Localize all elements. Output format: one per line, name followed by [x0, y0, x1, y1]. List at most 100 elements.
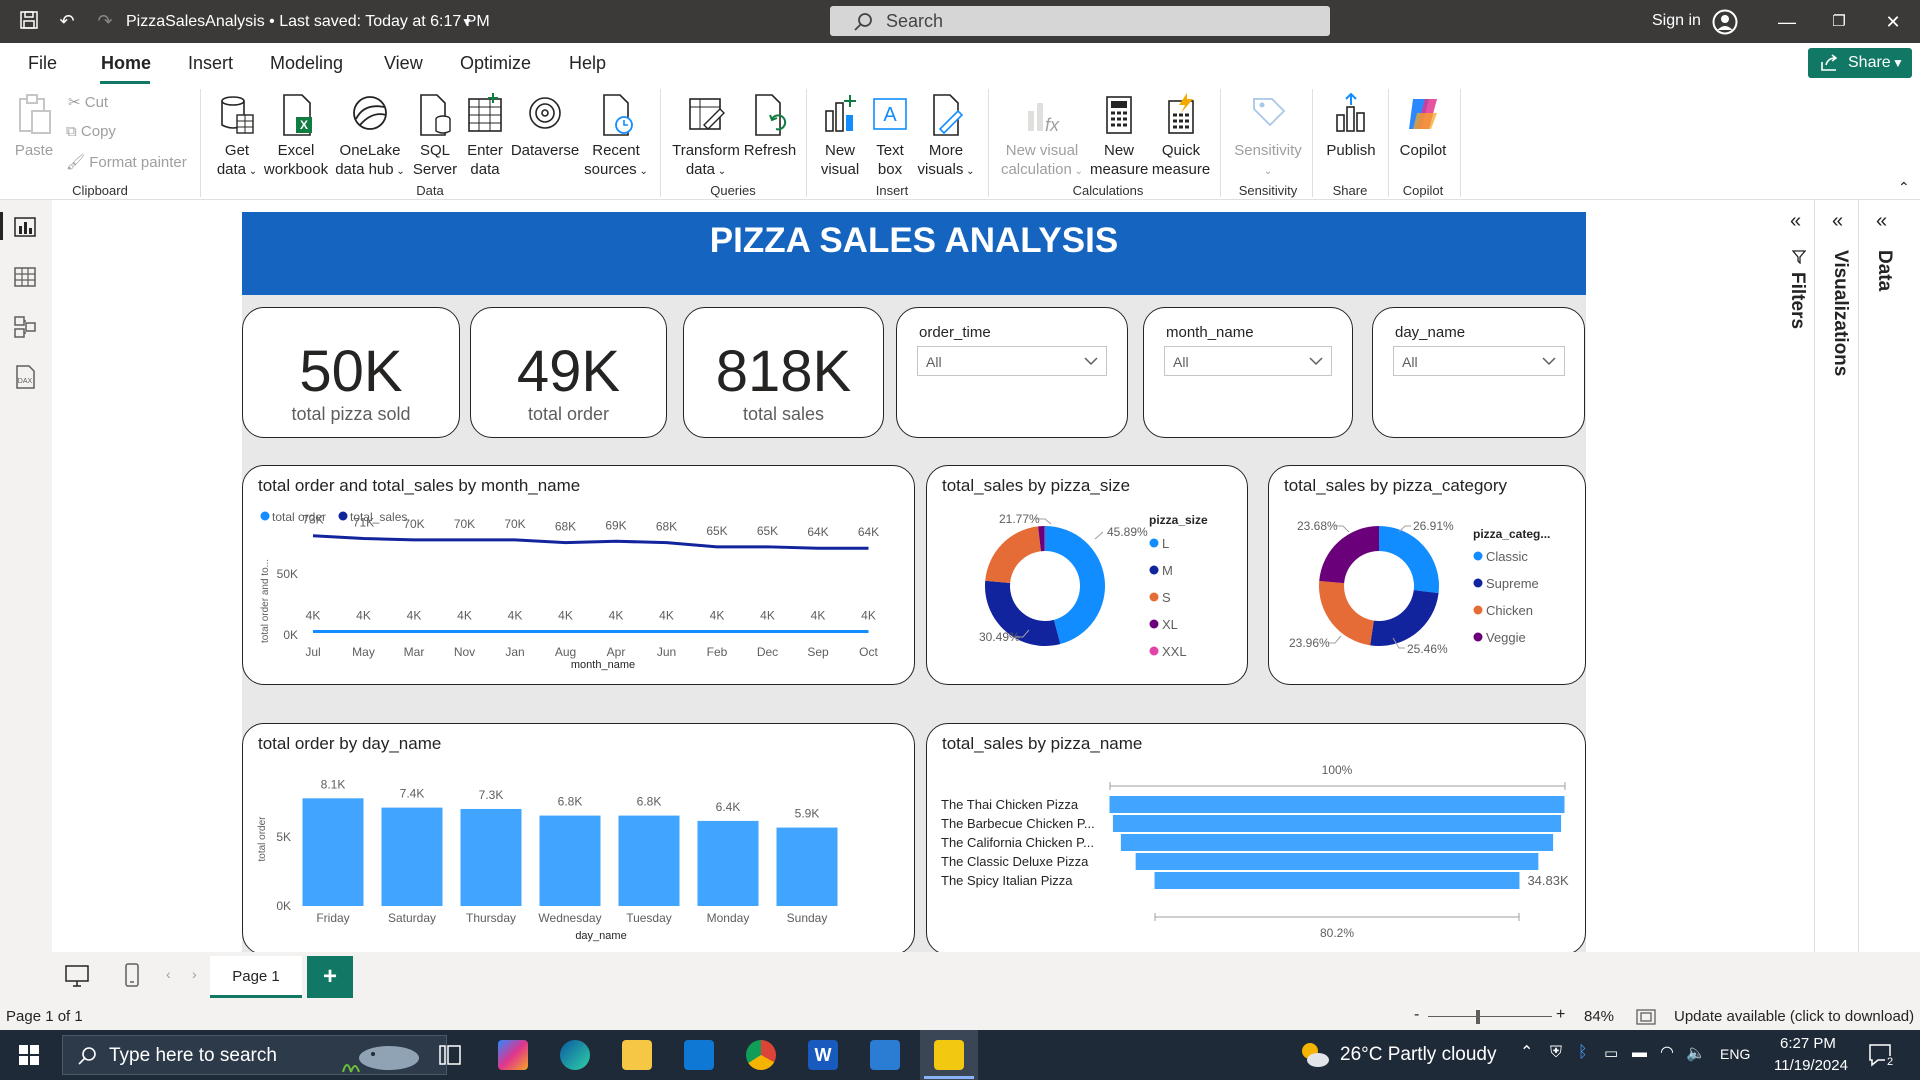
bar-chart-day-card[interactable]: total order by day_name total order 5K 0… [242, 723, 915, 955]
slicer-month-name[interactable]: month_name All [1143, 307, 1353, 438]
bar-monday[interactable] [697, 820, 759, 906]
new-visual-calculation-button[interactable]: fx New visual calculation ⌄ [996, 93, 1088, 181]
dax-query-view-icon[interactable]: DAX [12, 364, 38, 390]
zoom-in-button[interactable]: + [1556, 1006, 1565, 1024]
next-page-icon[interactable]: › [192, 966, 197, 982]
sign-in-link[interactable]: Sign in [1652, 12, 1701, 30]
report-view-icon[interactable] [12, 214, 38, 240]
previous-page-icon[interactable]: ‹ [166, 966, 171, 982]
donut-chart-pizza-size-card[interactable]: total_sales by pizza_size pizza_size LMS… [926, 465, 1248, 685]
taskbar-search-input[interactable]: Type here to search [62, 1035, 447, 1075]
sql-server-button[interactable]: SQL Server [412, 93, 458, 179]
add-page-button[interactable]: + [307, 956, 353, 998]
undo-icon[interactable]: ↶ [56, 10, 78, 32]
enter-data-button[interactable]: Enter data [462, 93, 508, 179]
meet-now-icon[interactable]: ▭ [1604, 1044, 1618, 1062]
data-pane-label[interactable]: Data [1873, 250, 1895, 291]
chevron-down-icon[interactable]: ▼ [456, 11, 478, 33]
new-measure-button[interactable]: New measure [1090, 93, 1148, 179]
battery-icon[interactable]: ▬ [1632, 1044, 1647, 1061]
wifi-icon[interactable]: ◠ [1660, 1042, 1674, 1062]
mail-app-icon[interactable] [684, 1040, 714, 1070]
close-button[interactable]: ✕ [1878, 8, 1908, 36]
menu-insert[interactable]: Insert [188, 53, 233, 74]
slicer-dropdown[interactable]: All [1164, 346, 1332, 376]
funnel-bar[interactable] [1109, 796, 1565, 813]
bar-wednesday[interactable] [539, 815, 601, 906]
filters-pane-label[interactable]: Filters [1786, 272, 1808, 329]
sensitivity-button[interactable]: Sensitivity ⌄ [1228, 93, 1308, 181]
menu-optimize[interactable]: Optimize [460, 53, 531, 74]
menu-view[interactable]: View [384, 53, 423, 74]
slicer-day-name[interactable]: day_name All [1372, 307, 1585, 438]
document-title[interactable]: PizzaSalesAnalysis • Last saved: Today a… [126, 13, 490, 31]
word-app-icon[interactable]: W [808, 1040, 838, 1070]
excel-workbook-button[interactable]: X Excel workbook [262, 93, 330, 179]
power-bi-app-icon[interactable] [934, 1040, 964, 1070]
clock-date[interactable]: 11/19/2024 [1774, 1057, 1848, 1074]
expand-filters-icon[interactable]: « [1790, 210, 1801, 233]
table-view-icon[interactable] [12, 264, 38, 290]
zoom-slider-thumb[interactable] [1476, 1010, 1480, 1024]
kpi-card-total-order[interactable]: 49K total order [470, 307, 667, 438]
desktop-layout-icon[interactable] [64, 964, 90, 988]
windows-start-icon[interactable] [18, 1044, 40, 1066]
clock-time[interactable]: 6:27 PM [1780, 1035, 1836, 1052]
language-indicator[interactable]: ENG [1720, 1046, 1750, 1062]
funnel-bar[interactable] [1154, 872, 1520, 889]
menu-help[interactable]: Help [569, 53, 606, 74]
copy-button[interactable]: ⧉ Copy [66, 123, 116, 140]
expand-visualizations-icon[interactable]: « [1832, 210, 1843, 233]
bar-saturday[interactable] [381, 807, 443, 906]
funnel-bar[interactable] [1120, 834, 1554, 851]
minimize-button[interactable]: — [1772, 8, 1802, 36]
menu-file[interactable]: File [28, 53, 57, 74]
onelake-data-hub-button[interactable]: OneLake data hub ⌄ [332, 93, 408, 181]
funnel-bar[interactable] [1112, 815, 1562, 832]
copilot-button[interactable]: Copilot [1394, 93, 1452, 160]
update-available-link[interactable]: Update available (click to download) [1674, 1008, 1914, 1025]
bar-thursday[interactable] [460, 808, 522, 906]
user-avatar-icon[interactable] [1712, 9, 1738, 35]
security-shield-icon[interactable]: ⛨ [1550, 1044, 1562, 1062]
page-tab-page-1[interactable]: Page 1 [210, 956, 302, 998]
zoom-out-button[interactable]: - [1414, 1006, 1419, 1024]
bluetooth-icon[interactable]: ᛒ [1578, 1044, 1588, 1062]
partly-cloudy-weather-icon[interactable] [1298, 1040, 1330, 1070]
restore-button[interactable]: ❐ [1824, 8, 1854, 36]
kpi-card-total-pizza-sold[interactable]: 50K total pizza sold [242, 307, 460, 438]
more-visuals-button[interactable]: More visuals ⌄ [916, 93, 976, 181]
bar-sunday[interactable] [776, 827, 838, 906]
file-explorer-icon[interactable] [622, 1040, 652, 1070]
funnel-bar[interactable] [1135, 853, 1539, 870]
mobile-layout-icon[interactable] [124, 962, 140, 988]
publish-button[interactable]: Publish [1320, 93, 1382, 160]
donut-chart-pizza-category-card[interactable]: total_sales by pizza_category pizza_cate… [1268, 465, 1586, 685]
model-view-icon[interactable] [12, 314, 38, 340]
edge-browser-icon[interactable] [560, 1040, 590, 1070]
text-box-button[interactable]: A Text box [868, 93, 912, 179]
show-hidden-icons-icon[interactable]: ⌃ [1520, 1042, 1533, 1062]
redo-icon[interactable]: ↷ [94, 10, 116, 32]
fit-to-page-icon[interactable] [1636, 1008, 1656, 1026]
visualizations-pane-label[interactable]: Visualizations [1829, 250, 1851, 376]
zoom-level[interactable]: 84% [1584, 1008, 1614, 1025]
slicer-order-time[interactable]: order_time All [896, 307, 1128, 438]
get-data-button[interactable]: Get data ⌄ [212, 93, 262, 181]
bar-chart-pizza-name-card[interactable]: total_sales by pizza_name 100% The Thai … [926, 723, 1586, 955]
refresh-button[interactable]: Refresh [742, 93, 798, 160]
dataverse-button[interactable]: Dataverse [510, 93, 580, 160]
bar-tuesday[interactable] [618, 815, 680, 906]
volume-icon[interactable]: 🔈 [1686, 1043, 1706, 1063]
expand-data-icon[interactable]: « [1876, 210, 1887, 233]
bar-friday[interactable] [302, 798, 364, 906]
weather-text[interactable]: 26°C Partly cloudy [1340, 1044, 1497, 1066]
format-painter-button[interactable]: 🖌 Format painter [66, 153, 187, 171]
slicer-dropdown[interactable]: All [1393, 346, 1565, 376]
search-input[interactable]: Search [830, 6, 1330, 36]
collapse-ribbon-icon[interactable]: ⌃ [1898, 179, 1910, 196]
slicer-dropdown[interactable]: All [917, 346, 1107, 376]
paste-button[interactable]: Paste [12, 93, 56, 160]
share-button[interactable]: Share ▼ [1808, 48, 1912, 78]
transform-data-button[interactable]: Transform data ⌄ [670, 93, 742, 181]
